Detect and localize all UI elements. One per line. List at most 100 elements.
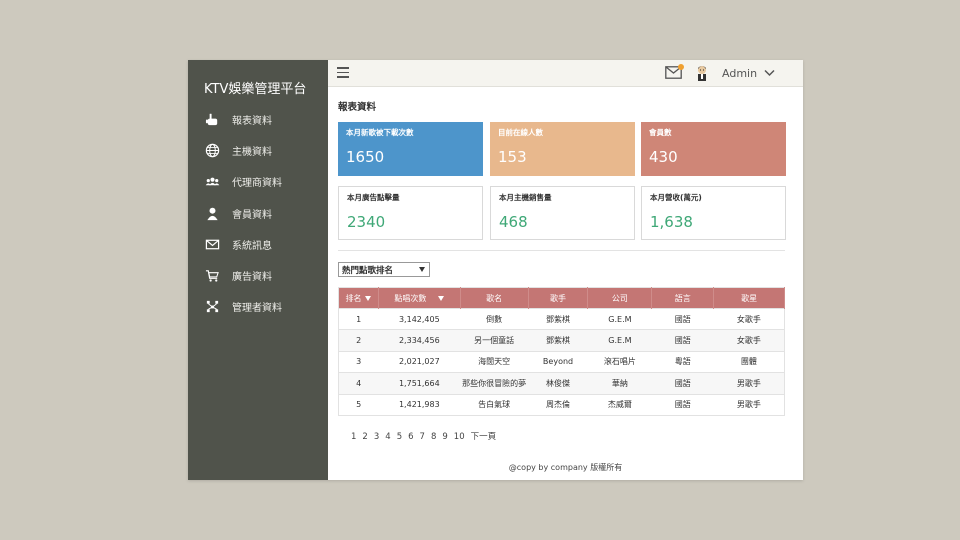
caret-down-icon xyxy=(419,267,425,272)
page-link[interactable]: 1 xyxy=(351,432,356,442)
stat-card-members: 會員數 430 xyxy=(641,122,786,176)
table-cell: 1,751,664 xyxy=(378,372,461,395)
table-cell: 海闊天空 xyxy=(460,350,529,374)
notification-badge xyxy=(678,64,684,70)
table-cell: G.E.M xyxy=(587,329,652,352)
sidebar-item-admins[interactable]: 管理者資料 xyxy=(188,291,328,322)
cart-icon xyxy=(204,268,220,284)
sidebar-nav: 報表資料 主機資料 代理商資料 會員資料 系統訊息 廣告資料 管理者資料 xyxy=(188,104,328,322)
table-cell: 2 xyxy=(338,329,379,352)
stat-label: 本月廣告點擊量 xyxy=(347,193,400,202)
top-bar: Admin xyxy=(328,60,803,87)
globe-icon xyxy=(204,143,220,159)
table-cell: 鄧紫棋 xyxy=(528,329,588,352)
column-header-singer: 歌手 xyxy=(528,287,589,309)
column-header-company: 公司 xyxy=(587,287,653,309)
mail-icon xyxy=(204,236,220,252)
sort-caret-icon[interactable] xyxy=(438,295,445,301)
footer-copyright: @copy by company 版權所有 xyxy=(508,463,623,472)
table-cell: 那些你很冒險的夢 xyxy=(460,372,529,395)
page-link[interactable]: 5 xyxy=(397,432,402,442)
page-link[interactable]: 10 xyxy=(454,432,465,442)
sidebar-item-label: 報表資料 xyxy=(232,116,272,128)
sidebar-item-hosts[interactable]: 主機資料 xyxy=(188,135,328,166)
sidebar-item-reports[interactable]: 報表資料 xyxy=(188,104,328,135)
table-cell: 3,142,405 xyxy=(378,307,461,331)
sidebar-item-label: 系統訊息 xyxy=(232,240,272,252)
admin-user-menu[interactable]: Admin xyxy=(722,67,757,80)
table-cell: G.E.M xyxy=(587,307,652,331)
song-ranking-table: 排名 點唱次數 歌名 歌手 公司 語言 歌星 1 3,142,405 倒數 鄧紫棋 G.… xyxy=(338,287,785,416)
table-cell: 4 xyxy=(338,372,379,395)
table-cell: 鄧紫棋 xyxy=(528,307,588,331)
stat-card-revenue: 本月營收(萬元) 1,638 xyxy=(641,186,786,240)
page-link[interactable]: 8 xyxy=(431,432,436,442)
table-cell: 粵語 xyxy=(651,350,714,374)
table-cell: 1,421,983 xyxy=(378,393,461,416)
sort-caret-icon[interactable] xyxy=(365,295,372,301)
select-value: 熱門點歌排名 xyxy=(342,266,394,276)
table-cell: 女歌手 xyxy=(713,307,785,331)
table-row[interactable]: 2 2,334,456 另一個童話 鄧紫棋 G.E.M 國語 女歌手 xyxy=(338,329,785,352)
pagination: 1 2 3 4 5 6 7 8 9 10 下一頁 xyxy=(351,430,502,442)
table-row[interactable]: 1 3,142,405 倒數 鄧紫棋 G.E.M 國語 女歌手 xyxy=(338,307,785,331)
sidebar-item-members[interactable]: 會員資料 xyxy=(188,198,328,229)
ranking-type-select[interactable]: 熱門點歌排名 xyxy=(338,262,430,277)
table-row[interactable]: 3 2,021,027 海闊天空 Beyond 滾石唱片 粵語 團體 xyxy=(338,350,785,374)
table-cell: 2,334,456 xyxy=(378,329,461,352)
hamburger-menu-icon[interactable] xyxy=(337,67,349,79)
table-cell: 滾石唱片 xyxy=(587,350,652,374)
table-cell: 周杰倫 xyxy=(528,393,588,416)
table-cell: 國語 xyxy=(651,372,714,395)
table-cell: 團體 xyxy=(713,350,785,374)
table-cell: 國語 xyxy=(651,393,714,416)
table-cell: 國語 xyxy=(651,307,714,331)
sidebar-item-label: 主機資料 xyxy=(232,147,272,159)
page-link[interactable]: 7 xyxy=(420,432,425,442)
stat-value: 1,638 xyxy=(650,213,693,231)
sitemap-icon xyxy=(204,299,220,315)
sidebar-item-messages[interactable]: 系統訊息 xyxy=(188,229,328,260)
table-cell: 華納 xyxy=(587,372,652,395)
stat-label: 會員數 xyxy=(649,128,672,137)
column-header-rank[interactable]: 排名 xyxy=(338,287,379,309)
sidebar-item-ads[interactable]: 廣告資料 xyxy=(188,260,328,291)
table-cell: 告白氣球 xyxy=(460,393,529,416)
table-cell: 另一個童話 xyxy=(460,329,529,352)
sidebar-item-label: 廣告資料 xyxy=(232,272,272,284)
page-link[interactable]: 6 xyxy=(408,432,413,442)
stat-card-downloads: 本月新歌被下載次數 1650 xyxy=(338,122,483,176)
sidebar-item-agents[interactable]: 代理商資料 xyxy=(188,166,328,197)
page-title: 報表資料 xyxy=(338,102,377,113)
column-header-artist-type: 歌星 xyxy=(713,287,785,309)
column-header-play-count[interactable]: 點唱次數 xyxy=(378,287,461,309)
stat-value: 468 xyxy=(499,213,528,231)
page-link[interactable]: 3 xyxy=(374,432,379,442)
table-cell: 5 xyxy=(338,393,379,416)
table-row[interactable]: 5 1,421,983 告白氣球 周杰倫 杰威爾 國語 男歌手 xyxy=(338,393,785,416)
table-cell: 1 xyxy=(338,307,379,331)
stat-card-ad-clicks: 本月廣告點擊量 2340 xyxy=(338,186,483,240)
stat-value: 1650 xyxy=(346,148,385,166)
chevron-down-icon[interactable] xyxy=(764,69,775,77)
page-link[interactable]: 2 xyxy=(362,432,367,442)
table-row[interactable]: 4 1,751,664 那些你很冒險的夢 林俊傑 華納 國語 男歌手 xyxy=(338,372,785,395)
table-header-row: 排名 點唱次數 歌名 歌手 公司 語言 歌星 xyxy=(338,287,785,309)
stat-card-host-sales: 本月主機銷售量 468 xyxy=(490,186,635,240)
stat-label: 目前在線人數 xyxy=(498,128,543,137)
sidebar-item-label: 管理者資料 xyxy=(232,303,282,315)
user-icon xyxy=(204,205,220,221)
table-cell: 國語 xyxy=(651,329,714,352)
hand-pointer-icon xyxy=(204,112,220,128)
avatar[interactable] xyxy=(695,65,709,81)
page-link[interactable]: 9 xyxy=(442,432,447,442)
table-cell: 女歌手 xyxy=(713,329,785,352)
app-window: KTV娛樂管理平台 報表資料 主機資料 代理商資料 會員資料 系統訊息 廣告資料… xyxy=(188,60,803,480)
table-cell: 杰威爾 xyxy=(587,393,652,416)
page-link[interactable]: 4 xyxy=(385,432,390,442)
column-header-song: 歌名 xyxy=(460,287,529,309)
next-page-link[interactable]: 下一頁 xyxy=(471,430,497,442)
stat-value: 430 xyxy=(649,148,678,166)
table-cell: 3 xyxy=(338,350,379,374)
table-cell: Beyond xyxy=(528,350,588,374)
